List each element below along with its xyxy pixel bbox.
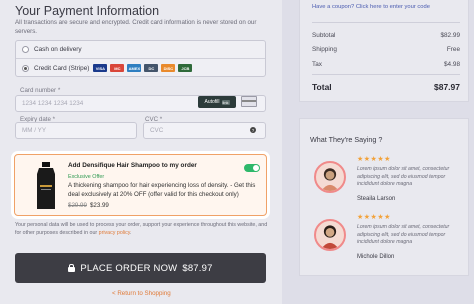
offer-title: Add Densifique Hair Shampoo to my order [68, 162, 197, 169]
divider [312, 74, 460, 75]
reviews-panel: What They're Saying ? ★★★★★ Lorem ipsum … [299, 118, 469, 276]
star-rating: ★★★★★ [357, 214, 391, 221]
place-order-amount: $87.97 [182, 262, 213, 274]
expiry-input[interactable]: MM / YY [15, 122, 137, 139]
place-order-button[interactable]: PLACE ORDER NOW $87.97 [15, 253, 266, 283]
summary-value: $4.98 [444, 61, 460, 68]
summary-row-subtotal: Subtotal $82.99 [312, 32, 460, 39]
offer-old-price: $29.99 [68, 202, 87, 209]
payment-option-stripe[interactable]: Credit Card (Stripe) VISA MC AMEX DC DIS… [16, 59, 265, 77]
return-to-shopping-link[interactable]: < Return to Shopping [112, 290, 171, 297]
divider [312, 22, 460, 23]
reviewer-name: Steaila Larson [357, 196, 396, 202]
reviewer-avatar [314, 219, 346, 251]
offer-tag: Exclusive Offer [68, 174, 105, 180]
discover-logo-icon: DISC [161, 64, 176, 72]
autofill-link-button[interactable]: Autofill link [198, 96, 236, 108]
star-rating: ★★★★★ [357, 156, 391, 163]
review-text: Lorem ipsum dolor sit amet, consectetur … [357, 224, 450, 245]
reviews-title: What They're Saying ? [310, 135, 383, 144]
card-number-placeholder: 1234 1234 1234 1234 [22, 100, 84, 107]
offer-description: A thickening shampoo for hair experienci… [68, 182, 256, 198]
expiry-placeholder: MM / YY [22, 127, 47, 134]
payment-option-label: Cash on delivery [34, 46, 82, 53]
lock-icon [68, 264, 76, 272]
review-text: Lorem ipsum dolor sit amet, consectetur … [357, 166, 450, 187]
diners-logo-icon: DC [144, 64, 159, 72]
radio-cod[interactable] [22, 46, 29, 53]
visa-logo-icon: VISA [93, 64, 108, 72]
upsell-offer-card: Add Densifique Hair Shampoo to my order … [14, 154, 267, 216]
credit-card-icon [241, 96, 257, 107]
autofill-badge: link [221, 99, 230, 105]
shampoo-bottle-icon [37, 162, 55, 209]
payment-option-cod[interactable]: Cash on delivery [16, 41, 265, 59]
card-brand-logos: VISA MC AMEX DC DISC JCB [93, 64, 193, 72]
privacy-policy-link[interactable]: privacy policy [99, 230, 130, 236]
payment-title: Your Payment Information [15, 4, 160, 18]
summary-row-shipping: Shipping Free [312, 46, 460, 53]
payment-option-label: Credit Card (Stripe) [34, 64, 90, 72]
mastercard-logo-icon: MC [110, 64, 125, 72]
help-icon[interactable]: ? [250, 127, 256, 133]
amex-logo-icon: AMEX [127, 64, 142, 72]
cvc-input[interactable]: CVC [143, 122, 266, 139]
summary-label: Shipping [312, 46, 337, 53]
total-label: Total [312, 82, 332, 92]
summary-label: Tax [312, 61, 322, 68]
payment-note: All transactions are secure and encrypte… [15, 19, 257, 35]
privacy-end: . [130, 229, 132, 236]
summary-label: Subtotal [312, 32, 336, 39]
autofill-label: Autofill [204, 99, 220, 105]
card-number-label: Card number * [20, 87, 61, 94]
payment-options: Cash on delivery Credit Card (Stripe) VI… [15, 40, 266, 77]
summary-total: Total $87.97 [312, 82, 460, 92]
cvc-placeholder: CVC [150, 127, 164, 134]
offer-toggle[interactable] [244, 164, 260, 172]
order-summary: Have a coupon? Click here to enter your … [299, 0, 469, 102]
place-order-label: PLACE ORDER NOW [80, 262, 178, 274]
privacy-text: Your personal data will be used to proce… [15, 222, 268, 236]
summary-value: $82.99 [440, 32, 460, 39]
jcb-logo-icon: JCB [178, 64, 193, 72]
privacy-notice: Your personal data will be used to proce… [15, 222, 270, 237]
offer-price: $29.99 $23.99 [68, 202, 109, 209]
coupon-link[interactable]: Have a coupon? Click here to enter your … [312, 4, 430, 10]
reviewer-name: Michole Dillon [357, 254, 395, 260]
summary-row-tax: Tax $4.98 [312, 61, 460, 68]
reviewer-avatar [314, 161, 346, 193]
total-value: $87.97 [434, 82, 460, 92]
radio-stripe[interactable] [22, 64, 29, 72]
summary-value: Free [446, 46, 460, 53]
offer-new-price: $23.99 [89, 202, 109, 209]
